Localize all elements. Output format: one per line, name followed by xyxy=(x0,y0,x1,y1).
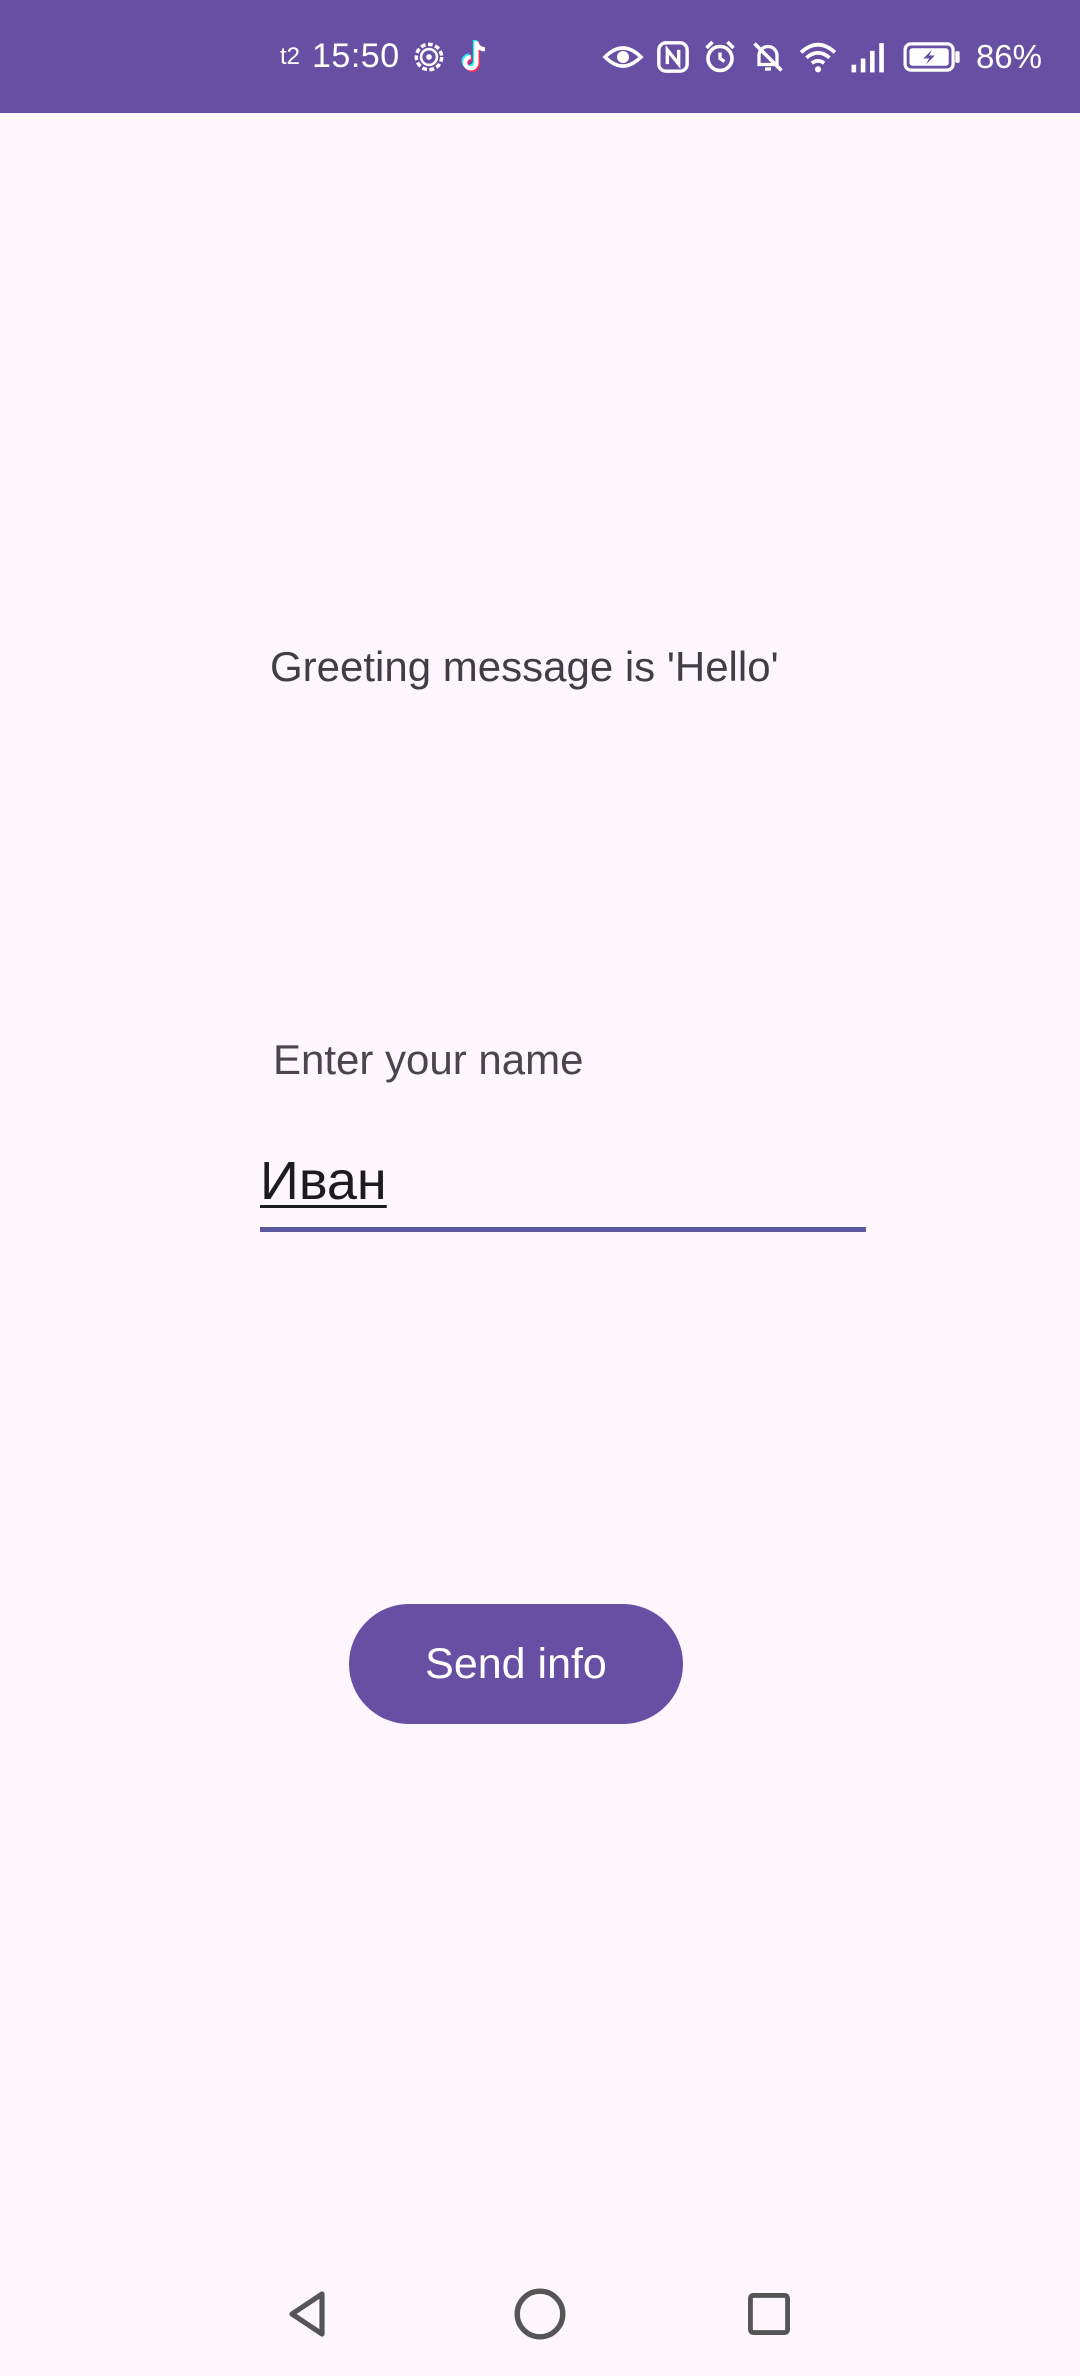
name-input-field[interactable]: Enter your name Иван xyxy=(260,1030,866,1232)
signal-icon xyxy=(850,41,890,73)
name-field-label: Enter your name xyxy=(273,1036,584,1083)
mute-icon xyxy=(750,39,786,75)
battery-percent: 86% xyxy=(975,37,1042,75)
eye-icon xyxy=(602,42,644,72)
alarm-icon xyxy=(702,39,738,75)
name-field-underline xyxy=(260,1227,866,1232)
status-bar-right: 86% xyxy=(602,0,1042,113)
greeting-message: Greeting message is 'Hello' xyxy=(270,643,779,690)
settings-icon xyxy=(410,38,448,76)
carrier-label: t2 xyxy=(280,42,301,70)
status-bar: t2 15:50 86% xyxy=(0,0,1080,113)
recents-icon xyxy=(743,2288,795,2345)
clock: 15:50 xyxy=(312,37,400,75)
home-icon xyxy=(511,2285,569,2348)
home-button[interactable] xyxy=(504,2280,576,2352)
status-bar-left: t2 15:50 xyxy=(280,0,492,113)
recents-button[interactable] xyxy=(733,2280,805,2352)
back-icon xyxy=(280,2286,336,2347)
back-button[interactable] xyxy=(272,2280,344,2352)
tiktok-icon xyxy=(458,38,492,76)
wifi-icon xyxy=(798,40,838,74)
nfc-icon xyxy=(656,40,690,74)
navigation-bar xyxy=(0,2256,1080,2376)
battery-charging-icon xyxy=(902,41,962,73)
name-input[interactable]: Иван xyxy=(260,1150,387,1212)
send-info-button[interactable]: Send info xyxy=(349,1604,683,1724)
